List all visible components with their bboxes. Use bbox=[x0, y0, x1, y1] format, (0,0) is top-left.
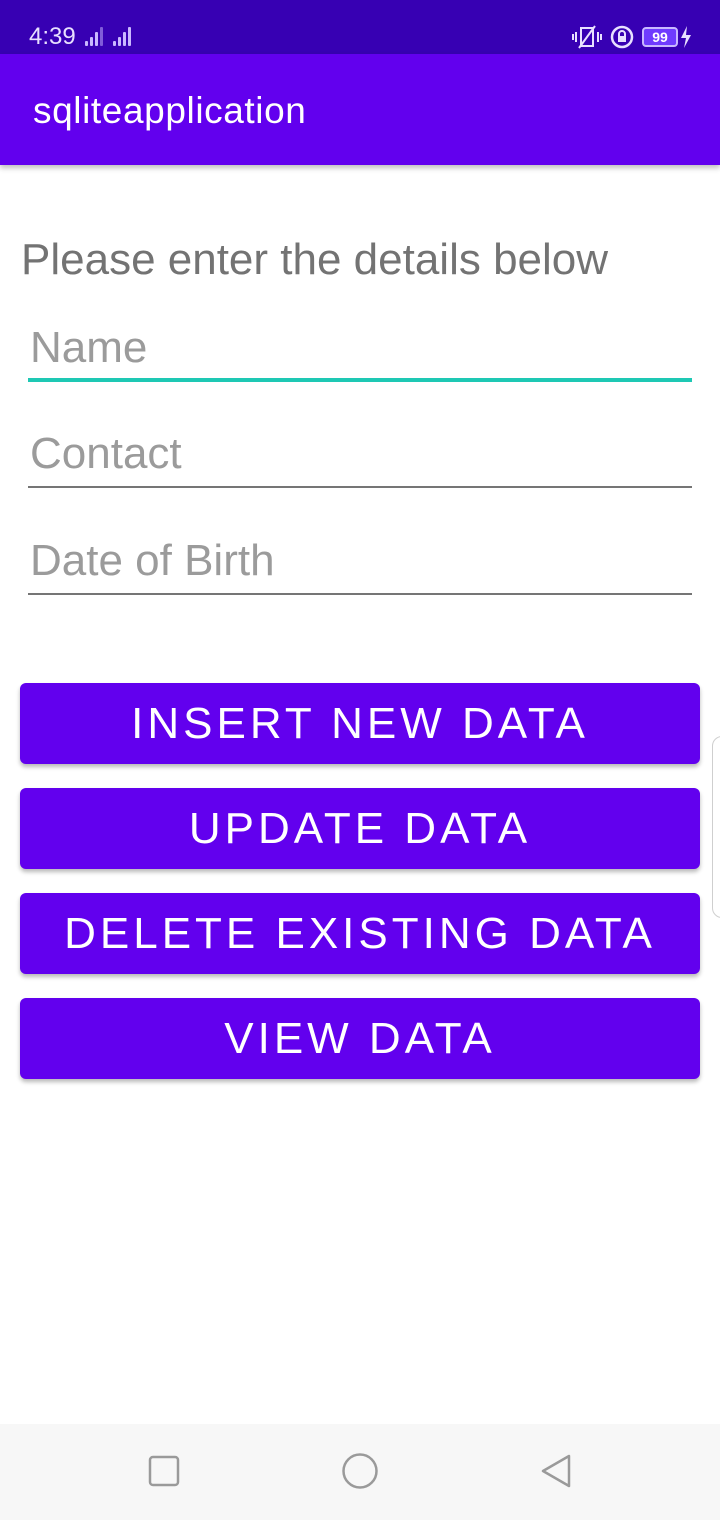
contact-field bbox=[28, 424, 694, 488]
dob-field bbox=[28, 531, 694, 595]
name-underline bbox=[28, 378, 692, 382]
delete-existing-data-button[interactable]: DELETE EXISTING DATA bbox=[20, 893, 700, 974]
recents-icon[interactable] bbox=[147, 1454, 181, 1488]
insert-new-data-button[interactable]: INSERT NEW DATA bbox=[20, 683, 700, 764]
charging-icon bbox=[681, 26, 691, 48]
contact-underline bbox=[28, 486, 692, 488]
view-data-button[interactable]: VIEW DATA bbox=[20, 998, 700, 1079]
name-input[interactable] bbox=[28, 318, 694, 378]
edge-panel-handle[interactable] bbox=[712, 736, 720, 918]
navigation-bar bbox=[0, 1424, 720, 1520]
update-data-button[interactable]: UPDATE DATA bbox=[20, 788, 700, 869]
battery-level: 99 bbox=[652, 29, 668, 45]
signal-icon bbox=[113, 26, 135, 46]
app-title: sqliteapplication bbox=[33, 90, 307, 131]
home-icon[interactable] bbox=[341, 1452, 379, 1490]
vibrate-icon bbox=[572, 25, 602, 49]
contact-input[interactable] bbox=[28, 424, 694, 484]
status-bar: 4:39 99 bbox=[0, 0, 720, 54]
name-field bbox=[28, 318, 694, 382]
rotation-lock-icon bbox=[610, 25, 634, 49]
status-icons: 99 bbox=[572, 22, 692, 52]
signal-icon bbox=[85, 26, 107, 46]
status-time: 4:39 bbox=[29, 23, 76, 50]
battery-icon: 99 bbox=[642, 27, 678, 47]
back-icon[interactable] bbox=[539, 1453, 573, 1489]
dob-input[interactable] bbox=[28, 531, 694, 591]
form-heading: Please enter the details below bbox=[21, 235, 609, 284]
dob-underline bbox=[28, 593, 692, 595]
app-bar: sqliteapplication bbox=[0, 54, 720, 165]
